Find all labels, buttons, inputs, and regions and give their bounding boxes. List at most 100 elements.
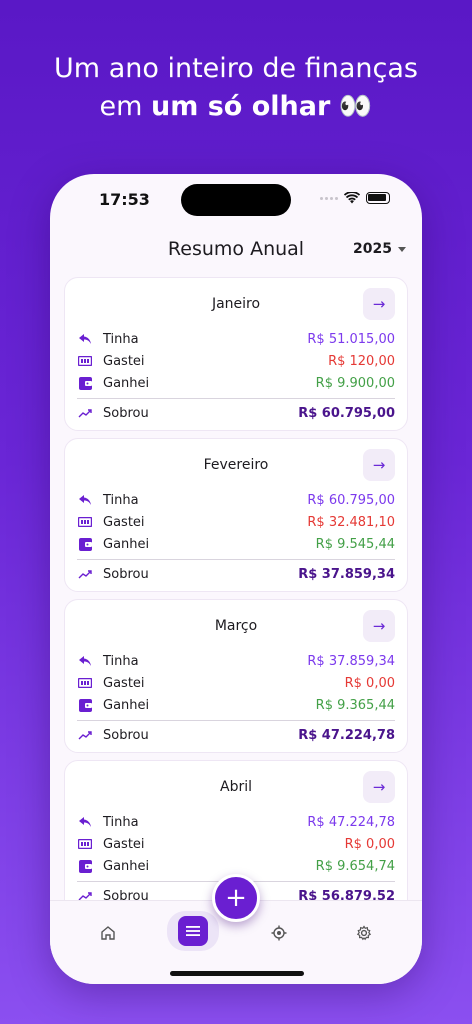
cash-icon — [77, 353, 93, 369]
status-icons — [320, 192, 390, 204]
battery-icon — [366, 192, 390, 204]
value-tinha: R$ 60.795,00 — [307, 492, 395, 508]
promo-headline: Um ano inteiro de finanças em um só olha… — [0, 50, 472, 126]
month-card: Março → Tinha R$ 37.859,34 Gastei R$ 0,0… — [64, 599, 408, 753]
arrow-right-icon: → — [372, 456, 386, 474]
row-gastei: Gastei R$ 32.481,10 — [77, 511, 395, 533]
wallet-icon — [77, 536, 93, 552]
divider — [77, 720, 395, 721]
label-ganhei: Ganhei — [103, 697, 150, 713]
phone-frame: 17:53 Resumo Anual 2025 Janeiro → Tinha … — [50, 174, 422, 984]
wallet-icon — [77, 858, 93, 874]
row-gastei: Gastei R$ 120,00 — [77, 350, 395, 372]
month-name: Fevereiro — [203, 457, 269, 473]
month-card: Janeiro → Tinha R$ 51.015,00 Gastei R$ 1… — [64, 277, 408, 431]
wallet-icon — [77, 697, 93, 713]
trending-up-icon — [77, 405, 93, 421]
row-tinha: Tinha R$ 37.859,34 — [77, 650, 395, 672]
cash-icon — [77, 675, 93, 691]
row-gastei: Gastei R$ 0,00 — [77, 833, 395, 855]
open-month-button[interactable]: → — [363, 610, 395, 642]
caret-down-icon — [398, 246, 406, 252]
wifi-icon — [344, 192, 360, 204]
label-tinha: Tinha — [103, 492, 139, 508]
row-ganhei: Ganhei R$ 9.545,44 — [77, 533, 395, 555]
month-name: Abril — [220, 779, 252, 795]
row-tinha: Tinha R$ 60.795,00 — [77, 489, 395, 511]
wallet-icon — [77, 375, 93, 391]
arrow-right-icon: → — [372, 778, 386, 796]
nav-settings[interactable] — [339, 915, 389, 951]
home-icon — [101, 926, 115, 940]
trending-up-icon — [77, 566, 93, 582]
divider — [77, 398, 395, 399]
label-tinha: Tinha — [103, 814, 139, 830]
month-card: Fevereiro → Tinha R$ 60.795,00 Gastei R$… — [64, 438, 408, 592]
month-list[interactable]: Janeiro → Tinha R$ 51.015,00 Gastei R$ 1… — [64, 277, 408, 921]
plus-icon: + — [225, 883, 247, 913]
cash-icon — [77, 836, 93, 852]
open-month-button[interactable]: → — [363, 449, 395, 481]
row-sobrou: Sobrou R$ 37.859,34 — [77, 563, 395, 585]
label-tinha: Tinha — [103, 331, 139, 347]
home-indicator — [170, 971, 304, 976]
label-ganhei: Ganhei — [103, 375, 150, 391]
label-gastei: Gastei — [103, 675, 145, 691]
label-gastei: Gastei — [103, 353, 145, 369]
add-button[interactable]: + — [212, 874, 260, 922]
month-name: Março — [214, 618, 258, 634]
value-ganhei: R$ 9.365,44 — [315, 697, 395, 713]
value-gastei: R$ 32.481,10 — [307, 514, 395, 530]
label-sobrou: Sobrou — [103, 405, 149, 421]
label-tinha: Tinha — [103, 653, 139, 669]
headline-bold: um só olhar — [150, 91, 331, 122]
headline-line-2: em um só olhar 👀 — [0, 88, 472, 126]
row-gastei: Gastei R$ 0,00 — [77, 672, 395, 694]
dynamic-island — [181, 184, 291, 216]
reply-icon — [77, 653, 93, 669]
label-sobrou: Sobrou — [103, 566, 149, 582]
arrow-right-icon: → — [372, 295, 386, 313]
eyes-emoji: 👀 — [338, 91, 373, 122]
arrow-right-icon: → — [372, 617, 386, 635]
month-name: Janeiro — [211, 296, 261, 312]
year-selector[interactable]: 2025 — [353, 241, 406, 257]
reply-icon — [77, 492, 93, 508]
trending-up-icon — [77, 727, 93, 743]
nav-home[interactable] — [83, 915, 133, 951]
row-sobrou: Sobrou R$ 60.795,00 — [77, 402, 395, 424]
label-gastei: Gastei — [103, 514, 145, 530]
value-tinha: R$ 37.859,34 — [307, 653, 395, 669]
year-value: 2025 — [353, 241, 392, 257]
label-sobrou: Sobrou — [103, 727, 149, 743]
status-time: 17:53 — [99, 190, 150, 209]
value-tinha: R$ 47.224,78 — [307, 814, 395, 830]
headline-line-1: Um ano inteiro de finanças — [54, 53, 418, 84]
value-gastei: R$ 0,00 — [344, 836, 395, 852]
value-sobrou: R$ 60.795,00 — [298, 405, 395, 421]
row-ganhei: Ganhei R$ 9.900,00 — [77, 372, 395, 394]
row-tinha: Tinha R$ 51.015,00 — [77, 328, 395, 350]
nav-target[interactable] — [254, 915, 304, 951]
open-month-button[interactable]: → — [363, 288, 395, 320]
label-ganhei: Ganhei — [103, 858, 150, 874]
label-gastei: Gastei — [103, 836, 145, 852]
reply-icon — [77, 814, 93, 830]
app-header: Resumo Anual 2025 — [50, 236, 422, 266]
status-bar: 17:53 — [50, 174, 422, 224]
headline-prefix: em — [99, 91, 151, 122]
target-icon — [271, 925, 287, 941]
value-gastei: R$ 0,00 — [344, 675, 395, 691]
value-ganhei: R$ 9.545,44 — [315, 536, 395, 552]
value-sobrou: R$ 47.224,78 — [298, 727, 395, 743]
reply-icon — [77, 331, 93, 347]
label-ganhei: Ganhei — [103, 536, 150, 552]
open-month-button[interactable]: → — [363, 771, 395, 803]
row-sobrou: Sobrou R$ 47.224,78 — [77, 724, 395, 746]
value-ganhei: R$ 9.900,00 — [315, 375, 395, 391]
nav-list[interactable] — [167, 911, 219, 951]
value-ganhei: R$ 9.654,74 — [315, 858, 395, 874]
gear-icon — [356, 925, 372, 941]
divider — [77, 559, 395, 560]
row-ganhei: Ganhei R$ 9.365,44 — [77, 694, 395, 716]
